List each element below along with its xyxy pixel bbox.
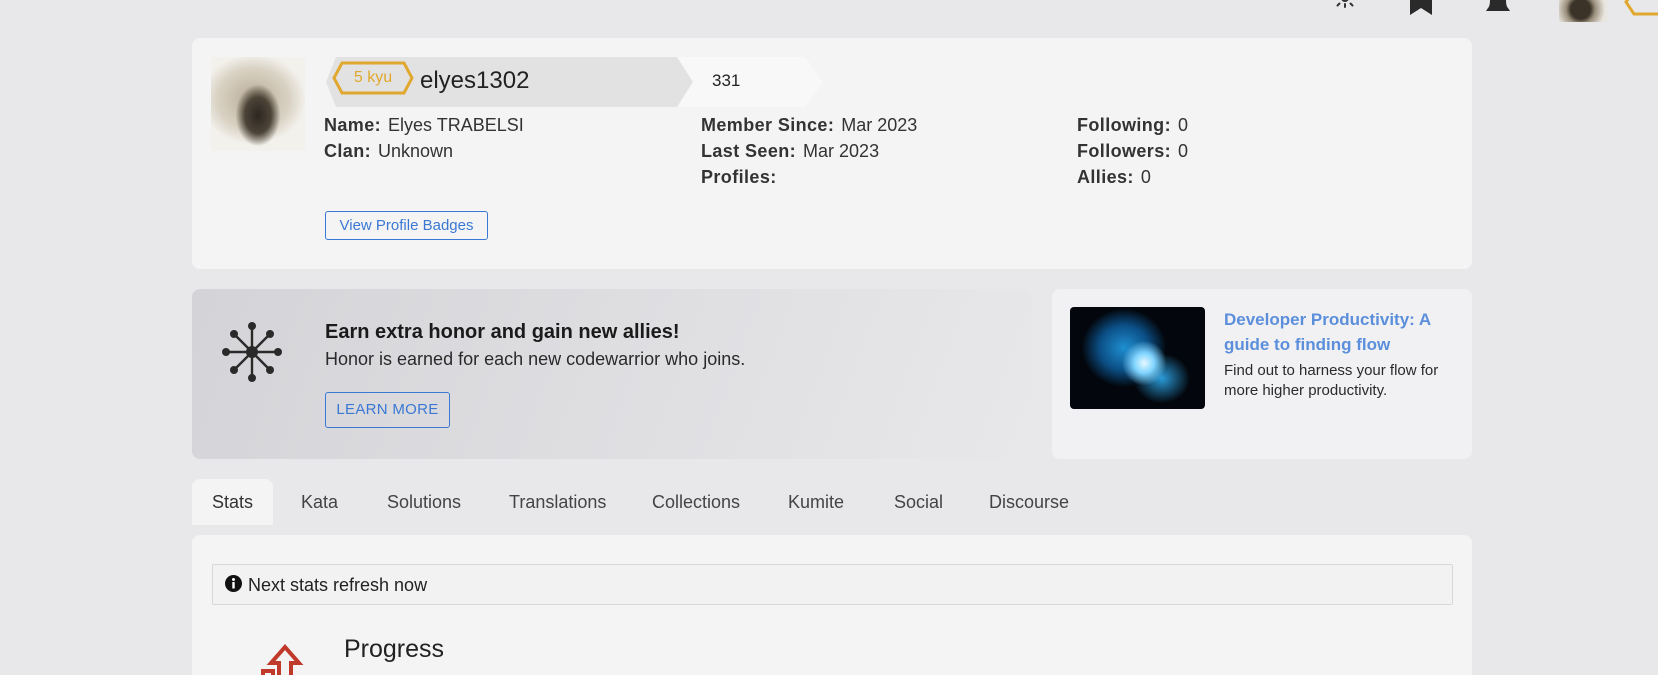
last-seen-value: Mar 2023 <box>803 141 880 161</box>
tab-kumite[interactable]: Kumite <box>788 479 844 525</box>
tab-translations[interactable]: Translations <box>509 479 606 525</box>
rank-label: 5 kyu <box>353 69 393 86</box>
last-seen-label: Last Seen: <box>701 141 797 161</box>
promo-subtitle: Honor is earned for each new codewarrior… <box>325 349 746 369</box>
name-field: Name: Elyes TRABELSI <box>324 115 524 136</box>
refresh-text: Next stats refresh now <box>248 575 428 595</box>
clan-value: Unknown <box>378 141 454 161</box>
member-since-value: Mar 2023 <box>841 115 918 135</box>
name-value: Elyes TRABELSI <box>388 115 524 135</box>
sun-icon[interactable] <box>1332 0 1358 15</box>
network-icon <box>222 322 282 382</box>
view-profile-badges-button[interactable]: View Profile Badges <box>325 211 488 240</box>
tab-solutions[interactable]: Solutions <box>387 479 461 525</box>
stats-refresh-notice: Next stats refresh now <box>212 564 1453 605</box>
stats-panel: Next stats refresh now Progress <box>192 535 1472 675</box>
article-title-link[interactable]: Developer Productivity: A guide to findi… <box>1224 307 1454 357</box>
article-card: Developer Productivity: A guide to findi… <box>1052 289 1472 459</box>
referral-promo-card: Earn extra honor and gain new allies! Ho… <box>192 289 1032 459</box>
following-field[interactable]: Following: 0 <box>1077 115 1188 136</box>
tab-social[interactable]: Social <box>894 479 943 525</box>
last-seen-field: Last Seen: Mar 2023 <box>701 141 879 162</box>
learn-more-button[interactable]: LEARN MORE <box>325 392 450 428</box>
clan-field: Clan: Unknown <box>324 141 453 162</box>
followers-value: 0 <box>1178 141 1189 161</box>
following-value: 0 <box>1177 115 1188 135</box>
tab-stats[interactable]: Stats <box>192 479 274 525</box>
article-thumbnail[interactable] <box>1070 307 1205 409</box>
followers-field[interactable]: Followers: 0 <box>1077 141 1188 162</box>
tab-discourse[interactable]: Discourse <box>989 479 1069 525</box>
progress-chart-icon <box>261 643 304 675</box>
rank-badge-icon <box>1624 0 1658 16</box>
member-since-field: Member Since: Mar 2023 <box>701 115 917 136</box>
profile-card: 5 kyu elyes1302 331 Name: Elyes TRABELSI … <box>192 38 1472 269</box>
bell-icon[interactable] <box>1484 0 1512 21</box>
profile-avatar <box>211 57 305 151</box>
tab-collections[interactable]: Collections <box>652 479 740 525</box>
user-avatar-menu[interactable] <box>1559 0 1607 22</box>
promo-title: Earn extra honor and gain new allies! <box>325 321 680 343</box>
tab-kata[interactable]: Kata <box>301 479 338 525</box>
profiles-field: Profiles: <box>701 167 784 188</box>
name-label: Name: <box>324 115 382 135</box>
following-label: Following: <box>1077 115 1171 135</box>
profiles-label: Profiles: <box>701 167 777 187</box>
bookmark-icon[interactable] <box>1408 0 1434 21</box>
clan-label: Clan: <box>324 141 371 161</box>
allies-label: Allies: <box>1077 167 1134 187</box>
followers-label: Followers: <box>1077 141 1172 161</box>
username: elyes1302 <box>420 67 530 94</box>
honor-value: 331 <box>712 71 741 90</box>
honor-strip <box>677 57 823 107</box>
allies-field[interactable]: Allies: 0 <box>1077 167 1151 188</box>
progress-heading: Progress <box>344 635 445 663</box>
allies-value: 0 <box>1140 167 1151 187</box>
member-since-label: Member Since: <box>701 115 835 135</box>
info-icon <box>225 575 242 592</box>
article-description: Find out to harness your flow for more h… <box>1224 362 1439 399</box>
